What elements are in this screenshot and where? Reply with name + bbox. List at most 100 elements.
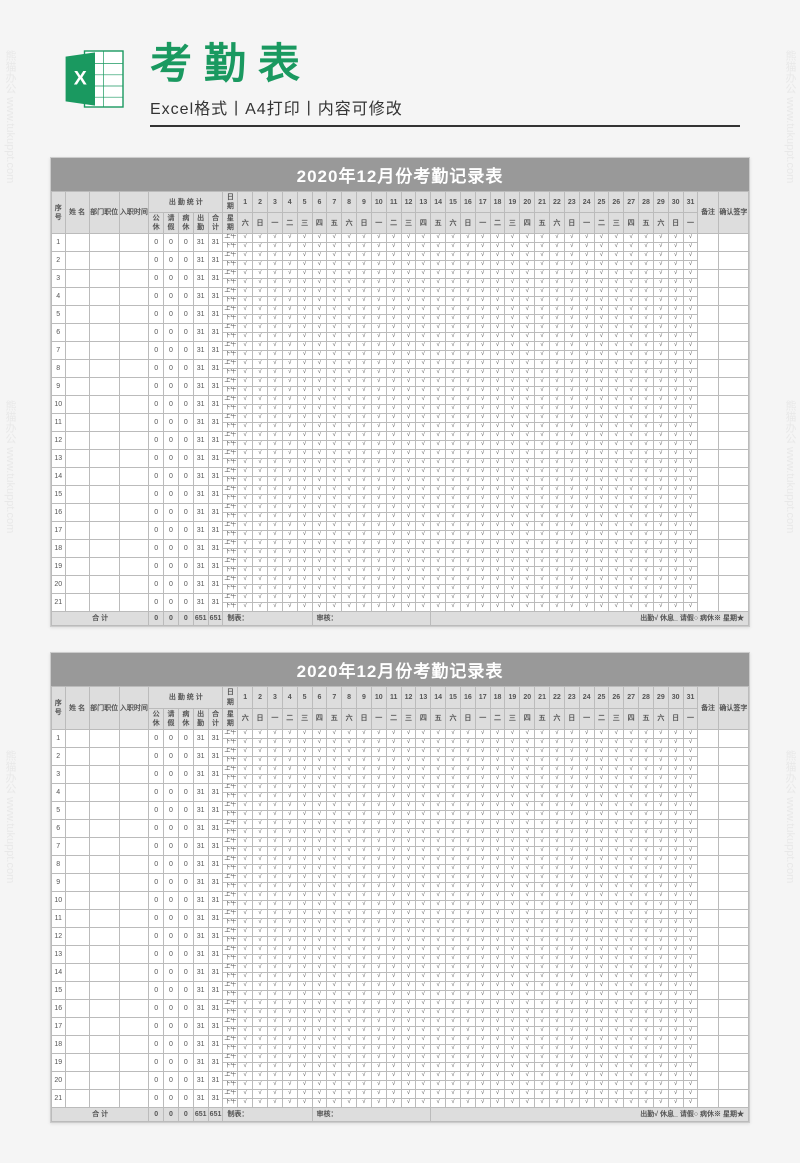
col-weekday: 三	[401, 708, 416, 729]
table-row: 170003131上午√√√√√√√√√√√√√√√√√√√√√√√√√√√√√…	[52, 1017, 749, 1026]
col-day: 9	[357, 687, 372, 708]
table-row: 60003131上午√√√√√√√√√√√√√√√√√√√√√√√√√√√√√√…	[52, 324, 749, 333]
col-day: 6	[312, 192, 327, 213]
table-row: 70003131上午√√√√√√√√√√√√√√√√√√√√√√√√√√√√√√…	[52, 837, 749, 846]
table-row: 90003131上午√√√√√√√√√√√√√√√√√√√√√√√√√√√√√√…	[52, 873, 749, 882]
watermark: 熊猫办公 www.tukuppt.com	[2, 400, 18, 533]
col-day: 28	[639, 687, 654, 708]
col-day: 1	[238, 687, 253, 708]
col-date-label: 日期	[223, 687, 238, 708]
col-day: 27	[624, 687, 639, 708]
col-week-label: 星期	[223, 213, 238, 234]
table-row: 130003131上午√√√√√√√√√√√√√√√√√√√√√√√√√√√√√…	[52, 450, 749, 459]
col-day: 21	[535, 192, 550, 213]
col-day: 31	[683, 192, 698, 213]
table-row: 200003131上午√√√√√√√√√√√√√√√√√√√√√√√√√√√√√…	[52, 1071, 749, 1080]
col-day: 21	[535, 687, 550, 708]
col-day: 22	[550, 192, 565, 213]
col-weekday: 日	[668, 708, 683, 729]
table-row: 180003131上午√√√√√√√√√√√√√√√√√√√√√√√√√√√√√…	[52, 540, 749, 549]
watermark: 熊猫办公 www.tukuppt.com	[782, 400, 798, 533]
col-weekday: 六	[550, 213, 565, 234]
col-remark: 备注	[698, 687, 718, 729]
col-day: 23	[564, 687, 579, 708]
col-day: 4	[282, 687, 297, 708]
col-header: 合计	[208, 708, 223, 729]
col-weekday: 六	[550, 708, 565, 729]
col-day: 25	[594, 687, 609, 708]
col-weekday: 四	[416, 213, 431, 234]
col-weekday: 六	[446, 213, 461, 234]
col-weekday: 六	[342, 213, 357, 234]
col-weekday: 五	[535, 213, 550, 234]
col-day: 9	[357, 192, 372, 213]
table-row: 80003131上午√√√√√√√√√√√√√√√√√√√√√√√√√√√√√√…	[52, 360, 749, 369]
col-day: 8	[342, 687, 357, 708]
col-stat-group: 出 勤 统 计	[149, 687, 223, 708]
col-day: 15	[446, 687, 461, 708]
table-row: 110003131上午√√√√√√√√√√√√√√√√√√√√√√√√√√√√√…	[52, 909, 749, 918]
col-weekday: 一	[267, 708, 282, 729]
col-sign: 确认签字	[718, 687, 748, 729]
table-row: 100003131上午√√√√√√√√√√√√√√√√√√√√√√√√√√√√√…	[52, 891, 749, 900]
col-day: 8	[342, 192, 357, 213]
col-weekday: 四	[416, 708, 431, 729]
table-row: 140003131上午√√√√√√√√√√√√√√√√√√√√√√√√√√√√√…	[52, 468, 749, 477]
col-weekday: 日	[564, 213, 579, 234]
watermark: 熊猫办公 www.tukuppt.com	[2, 50, 18, 183]
table-row: 70003131上午√√√√√√√√√√√√√√√√√√√√√√√√√√√√√√…	[52, 342, 749, 351]
col-weekday: 一	[475, 708, 490, 729]
col-weekday: 三	[401, 213, 416, 234]
col-day: 14	[431, 687, 446, 708]
col-weekday: 三	[609, 213, 624, 234]
col-dept: 部门职位	[89, 192, 119, 234]
col-weekday: 日	[460, 213, 475, 234]
col-day: 19	[505, 192, 520, 213]
sheets-container: 2020年12月份考勤记录表序号姓 名部门职位入职时间出 勤 统 计日期1234…	[0, 142, 800, 1163]
col-weekday: 五	[639, 213, 654, 234]
table-row: 180003131上午√√√√√√√√√√√√√√√√√√√√√√√√√√√√√…	[52, 1035, 749, 1044]
col-day: 27	[624, 192, 639, 213]
col-day: 26	[609, 687, 624, 708]
col-day: 30	[668, 687, 683, 708]
table-row: 210003131上午√√√√√√√√√√√√√√√√√√√√√√√√√√√√√…	[52, 594, 749, 603]
col-day: 13	[416, 192, 431, 213]
col-weekday: 二	[282, 708, 297, 729]
table-row: 30003131上午√√√√√√√√√√√√√√√√√√√√√√√√√√√√√√…	[52, 765, 749, 774]
table-row: 160003131上午√√√√√√√√√√√√√√√√√√√√√√√√√√√√√…	[52, 999, 749, 1008]
col-seq: 序号	[52, 687, 66, 729]
col-day: 29	[653, 687, 668, 708]
col-sign: 确认签字	[718, 192, 748, 234]
col-day: 19	[505, 687, 520, 708]
col-day: 17	[475, 687, 490, 708]
col-day: 4	[282, 192, 297, 213]
col-weekday: 日	[460, 708, 475, 729]
col-weekday: 日	[253, 708, 268, 729]
col-weekday: 一	[683, 213, 698, 234]
col-header: 请假	[164, 213, 179, 234]
page-header: X 考勤表 Excel格式丨A4打印丨内容可修改	[0, 0, 800, 142]
col-weekday: 六	[653, 213, 668, 234]
table-row: 170003131上午√√√√√√√√√√√√√√√√√√√√√√√√√√√√√…	[52, 522, 749, 531]
col-day: 16	[460, 192, 475, 213]
table-row: 50003131上午√√√√√√√√√√√√√√√√√√√√√√√√√√√√√√…	[52, 801, 749, 810]
col-day: 22	[550, 687, 565, 708]
col-weekday: 四	[520, 213, 535, 234]
col-header: 出勤	[193, 213, 208, 234]
table-row: 120003131上午√√√√√√√√√√√√√√√√√√√√√√√√√√√√√…	[52, 927, 749, 936]
col-day: 18	[490, 192, 505, 213]
table-row: 20003131上午√√√√√√√√√√√√√√√√√√√√√√√√√√√√√√…	[52, 252, 749, 261]
col-weekday: 四	[312, 708, 327, 729]
col-hire: 入职时间	[119, 687, 149, 729]
page-title: 考勤表	[150, 30, 740, 91]
col-day: 24	[579, 192, 594, 213]
col-weekday: 五	[431, 213, 446, 234]
col-day: 10	[371, 192, 386, 213]
col-weekday: 日	[357, 708, 372, 729]
col-day: 29	[653, 192, 668, 213]
col-weekday: 六	[653, 708, 668, 729]
col-header: 病休	[178, 708, 193, 729]
svg-text:X: X	[74, 67, 87, 89]
col-weekday: 一	[579, 708, 594, 729]
col-remark: 备注	[698, 192, 718, 234]
